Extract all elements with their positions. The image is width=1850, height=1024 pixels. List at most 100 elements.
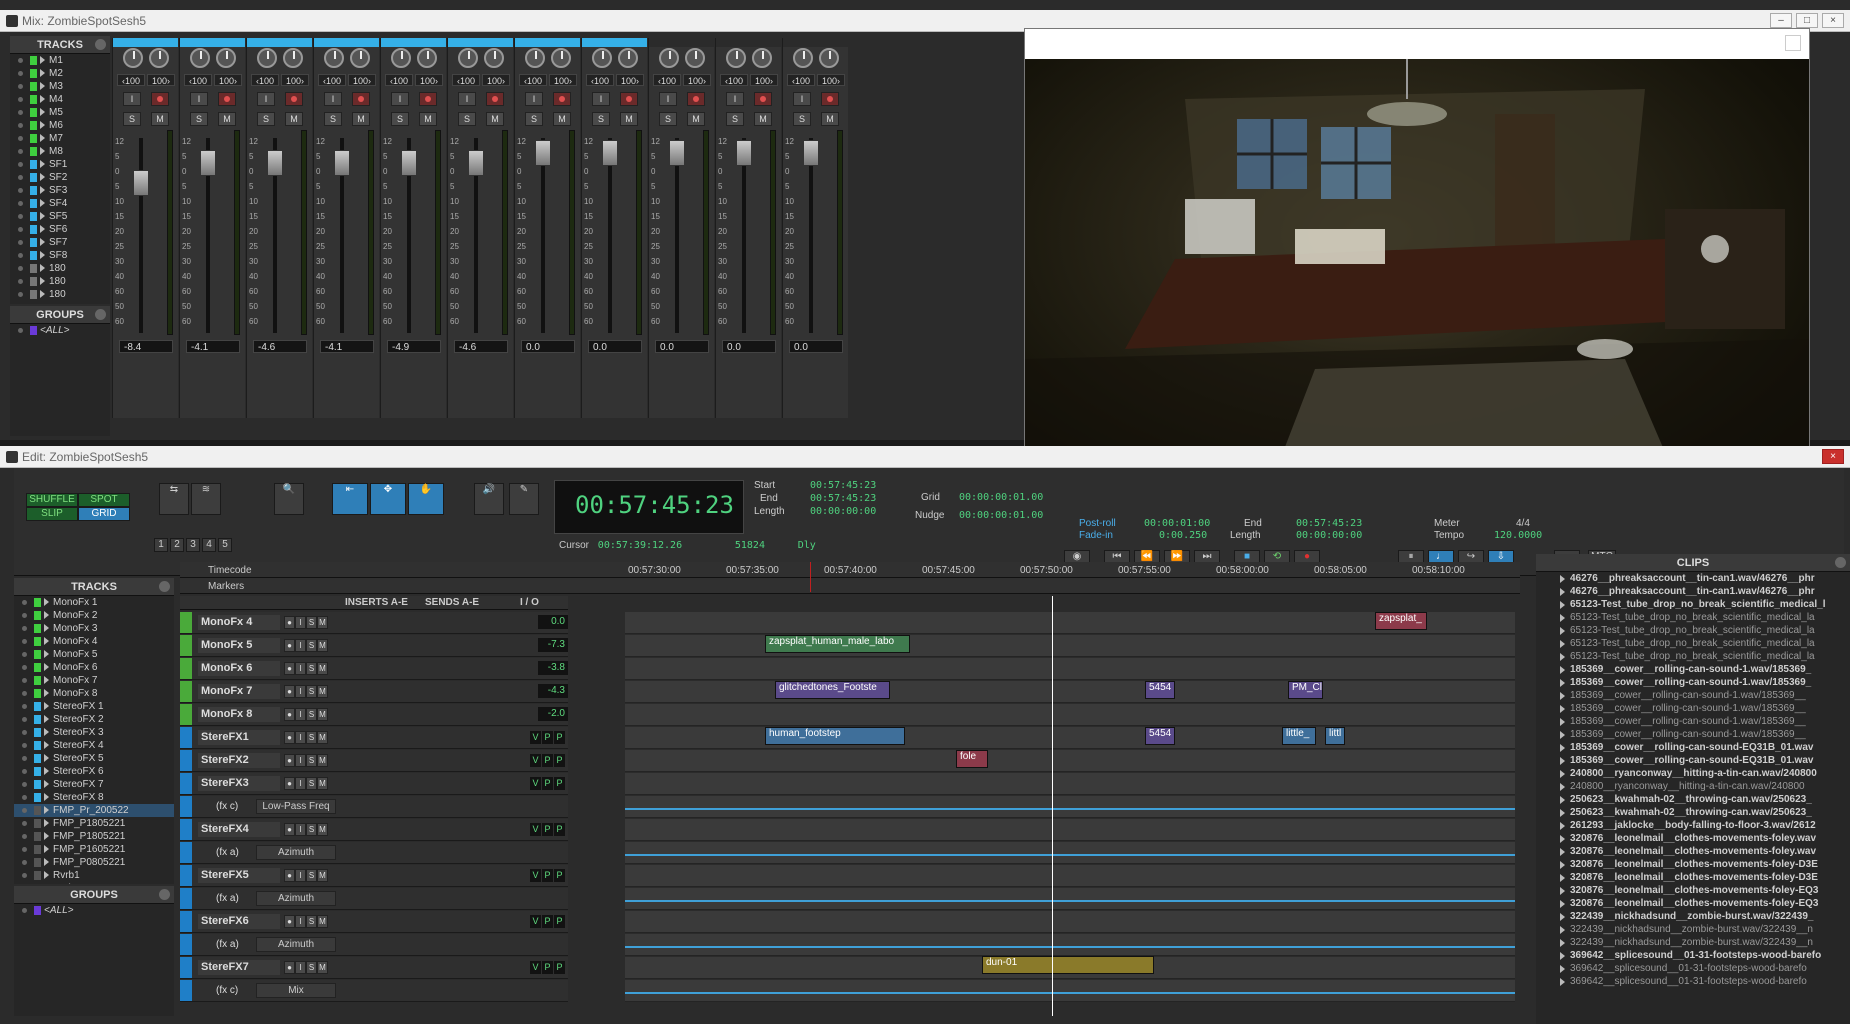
timecode-ruler[interactable]: Timecode 00:57:30:00 00:57:35:00 00:57:40:… xyxy=(180,562,1520,578)
pan-right-value[interactable]: 100› xyxy=(147,74,175,86)
input-monitor-button[interactable]: I xyxy=(324,92,342,106)
track-vpp-indicator[interactable]: P xyxy=(554,823,565,836)
volume-fader[interactable] xyxy=(535,140,551,166)
mix-track-row[interactable]: M2 xyxy=(10,67,110,80)
zoom-preset-button[interactable]: 5 xyxy=(218,538,232,552)
expand-icon[interactable] xyxy=(1560,809,1565,817)
pan-right-knob[interactable] xyxy=(551,48,571,68)
input-monitor-button[interactable]: I xyxy=(391,92,409,106)
track-name[interactable]: MonoFx 5 xyxy=(198,638,280,653)
track-visible-icon[interactable] xyxy=(18,71,23,76)
volume-fader[interactable] xyxy=(602,140,618,166)
volume-readout[interactable]: -4.1 xyxy=(186,340,240,353)
clip-list-item[interactable]: 240800__ryanconway__hitting-a-tin-can.wa… xyxy=(1536,780,1850,793)
clip-list-item[interactable]: 185369__cower__rolling-can-sound-1.wav/1… xyxy=(1536,715,1850,728)
pan-left-value[interactable]: ‹100 xyxy=(318,74,346,86)
volume-readout[interactable]: -4.9 xyxy=(387,340,441,353)
audio-clip[interactable]: zapsplat_ xyxy=(1375,612,1427,630)
end2-value[interactable]: 00:57:45:23 xyxy=(1296,518,1362,529)
track-visible-icon[interactable] xyxy=(18,123,23,128)
track-header[interactable]: StereFX7 ● I S M V P P xyxy=(180,957,568,979)
mix-track-row[interactable]: M6 xyxy=(10,119,110,132)
mix-track-row[interactable]: SF8 xyxy=(10,249,110,262)
track-vpp-indicator[interactable]: P xyxy=(542,754,553,767)
expand-icon[interactable] xyxy=(1560,601,1565,609)
track-visible-icon[interactable] xyxy=(18,253,23,258)
track-record-icon[interactable]: ● xyxy=(284,961,295,974)
edit-track-row[interactable]: StereoFX 2 xyxy=(14,713,174,726)
record-enable-button[interactable] xyxy=(285,92,303,106)
track-vpp-indicator[interactable]: P xyxy=(554,777,565,790)
pan-right-value[interactable]: 100› xyxy=(817,74,845,86)
audio-clip[interactable]: dun-01 xyxy=(982,956,1154,974)
track-input-button[interactable]: I xyxy=(295,662,306,675)
clip-list-item[interactable]: 185369__cower__rolling-can-sound-1.wav/1… xyxy=(1536,689,1850,702)
track-header[interactable]: MonoFx 8 ● I S M -2.0 xyxy=(180,704,568,726)
track-visible-icon[interactable] xyxy=(22,626,27,631)
edit-track-row[interactable]: Rvrb1 xyxy=(14,869,174,882)
track-mute-button[interactable]: M xyxy=(317,616,328,629)
edit-tracks-menu-icon[interactable] xyxy=(159,581,170,592)
edit-track-row[interactable]: FMP_P1805221 xyxy=(14,817,174,830)
automation-line[interactable] xyxy=(625,900,1515,902)
input-monitor-button[interactable]: I xyxy=(659,92,677,106)
clip-list-item[interactable]: 320876__leonelmail__clothes-movements-fo… xyxy=(1536,884,1850,897)
track-header[interactable]: MonoFx 7 ● I S M -4.3 xyxy=(180,681,568,703)
edit-track-row[interactable]: StereoFX 5 xyxy=(14,752,174,765)
pan-right-knob[interactable] xyxy=(350,48,370,68)
track-volume-value[interactable]: 0.0 xyxy=(538,615,568,629)
track-vpp-indicator[interactable]: V xyxy=(530,823,541,836)
input-monitor-button[interactable]: I xyxy=(592,92,610,106)
track-visible-icon[interactable] xyxy=(22,795,27,800)
track-header[interactable]: MonoFx 5 ● I S M -7.3 xyxy=(180,635,568,657)
clip-list-item[interactable]: 322439__nickhadsund__zombie-burst.wav/32… xyxy=(1536,936,1850,949)
expand-icon[interactable] xyxy=(1560,757,1565,765)
track-vpp-indicator[interactable]: P xyxy=(542,731,553,744)
grid-mode-button[interactable]: GRID xyxy=(78,507,130,521)
clip-list-item[interactable]: 261293__jaklocke__body-falling-to-floor-… xyxy=(1536,819,1850,832)
expand-icon[interactable] xyxy=(1560,614,1565,622)
pan-left-knob[interactable] xyxy=(257,48,277,68)
tempo-value[interactable]: 120.0000 xyxy=(1494,530,1542,541)
edit-track-row[interactable]: StereoFX 3 xyxy=(14,726,174,739)
audio-clip[interactable]: 5454 xyxy=(1145,681,1175,699)
record-enable-button[interactable] xyxy=(821,92,839,106)
mute-button[interactable]: M xyxy=(553,112,571,126)
track-vpp-indicator[interactable]: V xyxy=(530,869,541,882)
mute-button[interactable]: M xyxy=(821,112,839,126)
clip-list-item[interactable]: 320876__leonelmail__clothes-movements-fo… xyxy=(1536,832,1850,845)
track-header[interactable]: StereFX4 ● I S M V P P xyxy=(180,819,568,841)
track-visible-icon[interactable] xyxy=(22,847,27,852)
expand-icon[interactable] xyxy=(1560,822,1565,830)
mix-track-row[interactable]: M7 xyxy=(10,132,110,145)
track-solo-button[interactable]: S xyxy=(306,662,317,675)
track-visible-icon[interactable] xyxy=(22,704,27,709)
pan-left-knob[interactable] xyxy=(726,48,746,68)
solo-button[interactable]: S xyxy=(592,112,610,126)
video-window[interactable] xyxy=(1024,28,1810,498)
mix-track-row[interactable]: SF1 xyxy=(10,158,110,171)
solo-button[interactable]: S xyxy=(324,112,342,126)
solo-button[interactable]: S xyxy=(659,112,677,126)
mix-track-row[interactable]: SF4 xyxy=(10,197,110,210)
expand-icon[interactable] xyxy=(1560,965,1565,973)
track-mute-button[interactable]: M xyxy=(317,731,328,744)
track-vpp-indicator[interactable]: P xyxy=(554,754,565,767)
expand-icon[interactable] xyxy=(1560,861,1565,869)
video-close-icon[interactable] xyxy=(1785,35,1801,51)
fx-param-button[interactable]: Azimuth xyxy=(256,891,336,906)
volume-fader[interactable] xyxy=(803,140,819,166)
expand-icon[interactable] xyxy=(1560,835,1565,843)
expand-icon[interactable] xyxy=(1560,887,1565,895)
track-lane[interactable] xyxy=(625,727,1515,749)
pan-right-knob[interactable] xyxy=(685,48,705,68)
track-mute-button[interactable]: M xyxy=(317,708,328,721)
mix-track-row[interactable]: SF2 xyxy=(10,171,110,184)
spot-mode-button[interactable]: SPOT xyxy=(78,493,130,507)
input-monitor-button[interactable]: I xyxy=(525,92,543,106)
solo-button[interactable]: S xyxy=(190,112,208,126)
pan-left-knob[interactable] xyxy=(458,48,478,68)
pan-right-knob[interactable] xyxy=(752,48,772,68)
pan-left-value[interactable]: ‹100 xyxy=(787,74,815,86)
automation-lane[interactable] xyxy=(625,842,1515,864)
